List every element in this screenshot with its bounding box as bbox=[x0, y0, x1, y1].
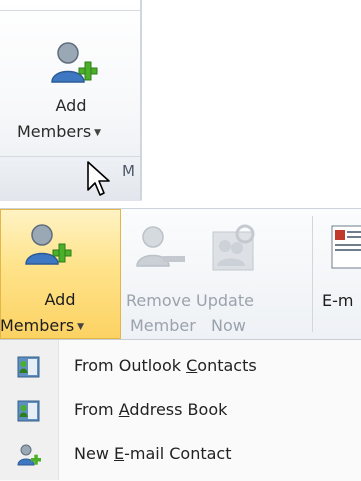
dropdown-arrow-icon: ▼ bbox=[77, 322, 85, 332]
mouse-cursor-icon bbox=[87, 161, 110, 196]
ribbon-separator bbox=[312, 216, 313, 332]
update-now-icon bbox=[205, 222, 257, 274]
add-members-button-label-line1[interactable]: Add bbox=[0, 96, 142, 115]
menu-item-label: From Address Book bbox=[74, 400, 228, 419]
remove-member-label-line1: Remove bbox=[126, 291, 191, 310]
menu-item-from-outlook-contacts[interactable]: From Outlook Contacts bbox=[0, 348, 361, 386]
add-person-icon bbox=[16, 442, 42, 468]
add-members-label-line1[interactable]: Add bbox=[0, 290, 120, 309]
email-button-label[interactable]: E-m bbox=[322, 291, 353, 310]
remove-member-label-line2: Member bbox=[130, 316, 196, 335]
update-now-label-line2: Now bbox=[211, 316, 246, 335]
add-members-label: Members bbox=[17, 122, 92, 141]
ribbon-top-border bbox=[0, 10, 142, 11]
menu-item-label: From Outlook Contacts bbox=[74, 356, 257, 375]
address-book-icon bbox=[16, 398, 42, 424]
add-members-label-line2[interactable]: Members ▼ bbox=[0, 316, 84, 335]
remove-member-icon bbox=[133, 222, 187, 274]
menu-item-label: New E-mail Contact bbox=[74, 444, 232, 463]
menu-item-new-email-contact[interactable]: New E-mail Contact bbox=[0, 436, 361, 474]
address-book-icon bbox=[16, 354, 42, 380]
group-label: M bbox=[122, 162, 135, 180]
update-now-label-line1: Update bbox=[196, 291, 254, 310]
add-members-button-label-line2[interactable]: Members ▼ bbox=[17, 122, 101, 141]
add-members-icon[interactable] bbox=[22, 220, 74, 272]
email-icon[interactable] bbox=[328, 222, 361, 274]
add-members-label: Members bbox=[0, 316, 75, 335]
ribbon-group-footer bbox=[0, 156, 142, 201]
menu-item-from-address-book[interactable]: From Address Book bbox=[0, 392, 361, 430]
add-members-icon[interactable] bbox=[48, 38, 100, 90]
dropdown-arrow-icon: ▼ bbox=[94, 128, 102, 138]
